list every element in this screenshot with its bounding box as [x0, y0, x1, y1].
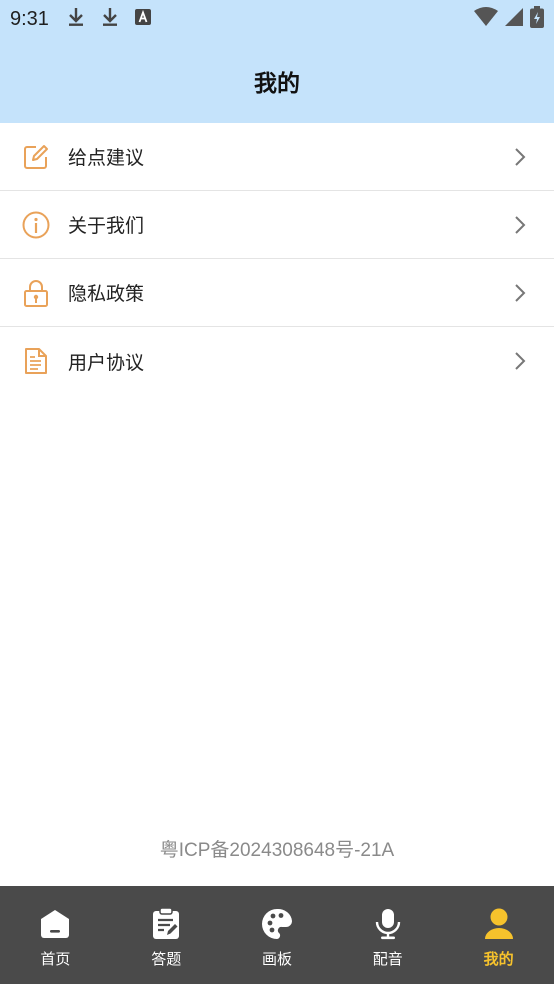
tab-label: 答题	[151, 950, 182, 968]
menu-item-feedback[interactable]: 给点建议	[0, 123, 554, 191]
status-time: 9:31	[10, 7, 49, 30]
wifi-icon	[474, 7, 498, 31]
home-icon	[39, 908, 71, 940]
menu-item-about[interactable]: 关于我们	[0, 191, 554, 259]
bottom-tab-bar: 首页 答题 画板 配音 我的	[0, 886, 554, 984]
menu-item-label: 用户协议	[68, 351, 145, 374]
tab-home[interactable]: 首页	[0, 886, 111, 984]
menu-item-label: 隐私政策	[68, 283, 145, 305]
download-icon	[101, 7, 119, 31]
download-icon	[67, 7, 85, 31]
chevron-right-icon	[514, 283, 526, 307]
edit-icon	[22, 143, 50, 171]
user-icon	[483, 908, 515, 940]
tab-dubbing[interactable]: 配音	[332, 886, 443, 984]
tab-label: 我的	[483, 950, 514, 968]
header: 我的	[0, 38, 554, 123]
info-icon	[22, 211, 50, 239]
menu-item-label: 关于我们	[68, 215, 145, 237]
page-title: 我的	[254, 70, 300, 97]
status-bar: 9:31	[0, 0, 554, 38]
menu-list: 给点建议 关于我们 隐私政策 用户协议	[0, 123, 554, 395]
menu-item-privacy[interactable]: 隐私政策	[0, 259, 554, 327]
lock-icon	[22, 279, 50, 307]
chevron-right-icon	[514, 147, 526, 171]
tab-mine[interactable]: 我的	[443, 886, 554, 984]
menu-item-terms[interactable]: 用户协议	[0, 327, 554, 395]
chevron-right-icon	[514, 215, 526, 239]
tab-label: 首页	[40, 950, 71, 968]
palette-icon	[261, 908, 293, 940]
menu-item-label: 给点建议	[68, 147, 145, 169]
chevron-right-icon	[514, 351, 526, 375]
tab-quiz[interactable]: 答题	[111, 886, 222, 984]
microphone-icon	[372, 908, 404, 940]
battery-icon	[530, 6, 544, 32]
icp-license-text[interactable]: 粤ICP备2024308648号-21A	[0, 835, 554, 862]
document-icon	[22, 347, 50, 375]
signal-icon	[504, 7, 524, 31]
font-a-icon	[134, 9, 151, 29]
tab-label: 配音	[372, 950, 403, 968]
tab-drawing-board[interactable]: 画板	[222, 886, 333, 984]
tab-label: 画板	[261, 950, 292, 968]
clipboard-icon	[150, 908, 182, 940]
